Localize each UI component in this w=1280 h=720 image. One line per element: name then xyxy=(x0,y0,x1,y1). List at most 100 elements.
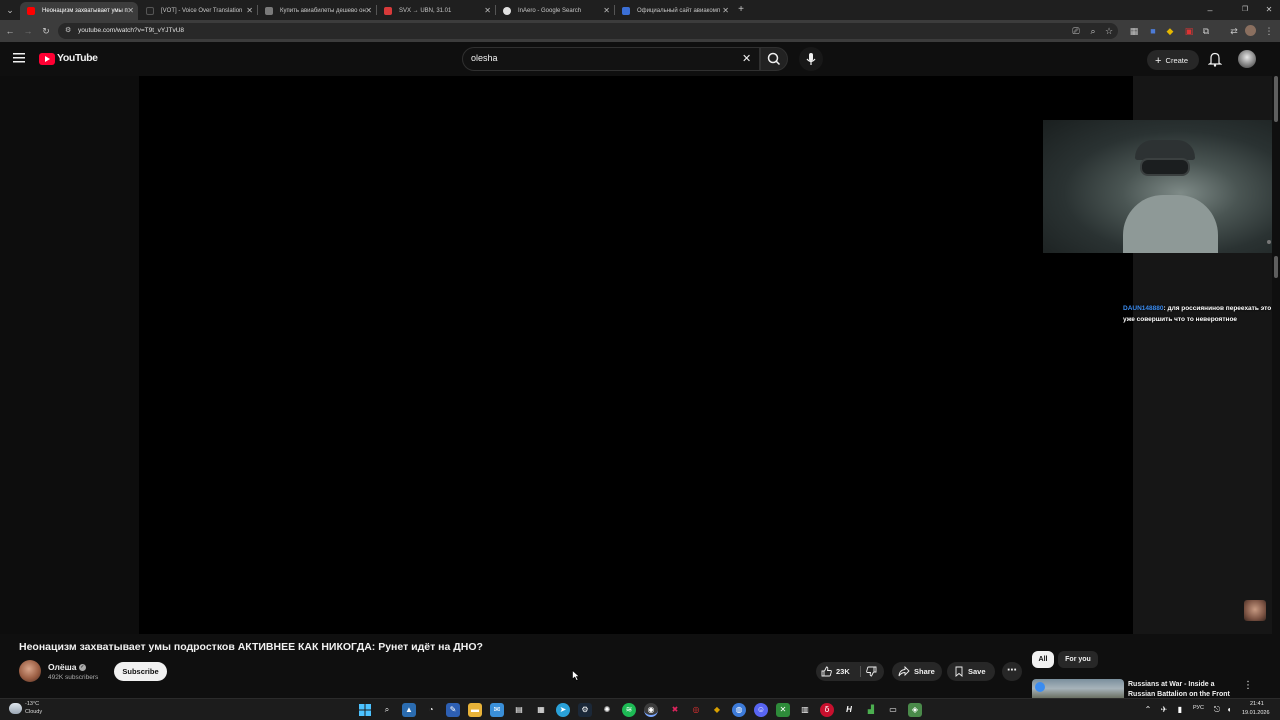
app-icon[interactable]: ◍ xyxy=(732,703,746,717)
profile-avatar[interactable] xyxy=(1243,24,1257,38)
account-avatar[interactable] xyxy=(1238,50,1256,68)
keyboard-language[interactable]: РУС xyxy=(1193,705,1204,711)
install-app-icon[interactable]: ⎚ xyxy=(1069,24,1083,38)
extension-icon[interactable]: ▣ xyxy=(1182,24,1196,38)
tray-overflow-icon[interactable]: ⌃ xyxy=(1141,703,1155,717)
notifications-bell-icon[interactable] xyxy=(1208,51,1222,67)
weather-cloud-icon[interactable] xyxy=(9,703,22,714)
extension-icon[interactable]: ▦ xyxy=(1127,24,1141,38)
extensions-puzzle-icon[interactable]: ⧉ xyxy=(1199,24,1213,38)
app-icon[interactable]: ▟ xyxy=(864,703,878,717)
recommendation-menu-icon[interactable]: ⋮ xyxy=(1243,680,1253,691)
tab-close-icon[interactable]: ✕ xyxy=(484,2,491,20)
app-icon[interactable]: ✎ xyxy=(446,703,460,717)
floating-avatar-thumbnail[interactable] xyxy=(1244,600,1266,621)
like-button[interactable]: 23K xyxy=(816,662,858,681)
thumbs-up-icon xyxy=(821,666,832,677)
youtube-logo[interactable] xyxy=(39,53,55,65)
app-icon[interactable]: ✖ xyxy=(668,703,682,717)
scrollbar-thumb[interactable] xyxy=(1274,76,1278,122)
extension-icon[interactable]: ◆ xyxy=(1163,24,1177,38)
maximize-icon[interactable]: ❐ xyxy=(1238,3,1252,17)
browser-tab[interactable]: SVX → UBN, 31.01 ✕ xyxy=(377,2,495,20)
page-scrollbar[interactable] xyxy=(1272,42,1280,698)
more-actions-button[interactable]: ⋯ xyxy=(1002,662,1022,681)
app-icon[interactable]: ẟ xyxy=(820,703,834,717)
browser-tab[interactable]: Купить авиабилеты дешево он ✕ xyxy=(258,2,376,20)
browser-tab[interactable]: Официальный сайт авиакомп ✕ xyxy=(615,2,733,20)
volume-icon[interactable]: ◖ xyxy=(1222,703,1236,717)
clear-search-icon[interactable]: ✕ xyxy=(742,52,751,65)
channel-avatar[interactable] xyxy=(19,660,41,682)
url-text: youtube.com/watch?v=T9t_vYJTvU8 xyxy=(78,27,185,34)
steam-icon[interactable]: ⚙ xyxy=(578,703,592,717)
hamburger-menu-icon[interactable] xyxy=(13,53,25,63)
browser-menu-icon[interactable]: ⋮ xyxy=(1262,24,1276,38)
tray-app-icon[interactable]: ✈ xyxy=(1157,703,1171,717)
forward-icon[interactable]: → xyxy=(21,24,35,38)
telegram-icon[interactable]: ➤ xyxy=(556,703,570,717)
channel-name[interactable]: Олёша ✓ xyxy=(48,662,86,672)
browser-tab[interactable]: Неонацизм захватывает умы п ✕ xyxy=(20,2,138,20)
video-player[interactable] xyxy=(139,76,1133,634)
new-tab-icon[interactable]: + xyxy=(734,3,748,17)
app-icon[interactable]: ◎ xyxy=(689,703,703,717)
tray-app-icon[interactable]: ▮ xyxy=(1173,703,1187,717)
back-icon[interactable]: ← xyxy=(3,24,17,38)
search-input[interactable]: olesha ✕ xyxy=(462,47,760,71)
app-icon[interactable]: H xyxy=(842,703,856,717)
reload-icon[interactable]: ↻ xyxy=(39,24,53,38)
browser-tab[interactable]: InAero - Google Search ✕ xyxy=(496,2,614,20)
start-windows-icon[interactable] xyxy=(358,703,372,717)
window-close-icon[interactable]: ✕ xyxy=(1262,3,1276,17)
bookmark-star-icon[interactable]: ☆ xyxy=(1102,24,1116,38)
save-button[interactable]: Save xyxy=(947,662,995,681)
search-button[interactable] xyxy=(760,47,788,71)
weather-description[interactable]: Cloudy xyxy=(25,709,42,715)
clock-date[interactable]: 19.01.2026 xyxy=(1242,710,1270,716)
app-icon[interactable]: ◔ xyxy=(424,703,438,717)
share-button[interactable]: Share xyxy=(892,662,942,681)
mail-app-icon[interactable]: ✉ xyxy=(490,703,504,717)
minimize-icon[interactable]: – xyxy=(1203,3,1217,17)
subscribe-button[interactable]: Subscribe xyxy=(114,662,167,681)
photos-app-icon[interactable]: ▲ xyxy=(402,703,416,717)
recommendation-thumbnail[interactable] xyxy=(1032,679,1124,698)
app-icon[interactable]: ▤ xyxy=(512,703,526,717)
address-bar[interactable]: ⚙ youtube.com/watch?v=T9t_vYJTvU8 xyxy=(58,23,1118,39)
share-label: Share xyxy=(914,667,935,676)
spotify-icon[interactable]: ≋ xyxy=(622,703,636,717)
extension-icon[interactable]: ■ xyxy=(1146,24,1160,38)
app-icon[interactable]: ◆ xyxy=(710,703,724,717)
create-button[interactable]: + Create xyxy=(1147,50,1199,70)
dislike-button[interactable] xyxy=(864,662,882,681)
scrollbar-thumb[interactable] xyxy=(1274,256,1278,278)
tab-close-icon[interactable]: ✕ xyxy=(603,2,610,20)
tab-title: SVX → UBN, 31.01 xyxy=(399,8,452,14)
tab-close-icon[interactable]: ✕ xyxy=(246,2,253,20)
chip-for-you[interactable]: For you xyxy=(1058,651,1098,668)
terminal-icon[interactable]: ▭ xyxy=(886,703,900,717)
tab-close-icon[interactable]: ✕ xyxy=(127,2,134,20)
taskbar-search-icon[interactable]: ⌕ xyxy=(380,703,394,717)
app-icon[interactable]: ▥ xyxy=(798,703,812,717)
chatgpt-icon[interactable]: ✺ xyxy=(600,703,614,717)
browser-tab[interactable]: [VOT] - Voice Over Translation ✕ xyxy=(139,2,257,20)
file-explorer-icon[interactable]: ▬ xyxy=(468,703,482,717)
voice-search-button[interactable] xyxy=(799,47,823,71)
site-info-icon[interactable]: ⚙ xyxy=(65,23,71,39)
chrome-icon[interactable]: ◉ xyxy=(644,703,658,717)
tab-groups-icon[interactable]: ⇄ xyxy=(1227,24,1241,38)
app-icon[interactable]: ◈ xyxy=(908,703,922,717)
clock-time[interactable]: 21:41 xyxy=(1250,701,1264,707)
app-icon[interactable]: ✕ xyxy=(776,703,790,717)
chip-all[interactable]: All xyxy=(1032,651,1054,668)
zoom-icon[interactable]: ⌕ xyxy=(1086,24,1100,38)
calendar-app-icon[interactable]: ▦ xyxy=(534,703,548,717)
recommendation-title[interactable]: Russians at War - Inside a Russian Batta… xyxy=(1128,680,1238,698)
tab-search-icon[interactable]: ⌄ xyxy=(3,3,17,17)
tab-close-icon[interactable]: ✕ xyxy=(722,2,729,20)
weather-temperature[interactable]: -13°C xyxy=(25,701,39,707)
discord-icon[interactable]: ☺ xyxy=(754,703,768,717)
tab-close-icon[interactable]: ✕ xyxy=(365,2,372,20)
